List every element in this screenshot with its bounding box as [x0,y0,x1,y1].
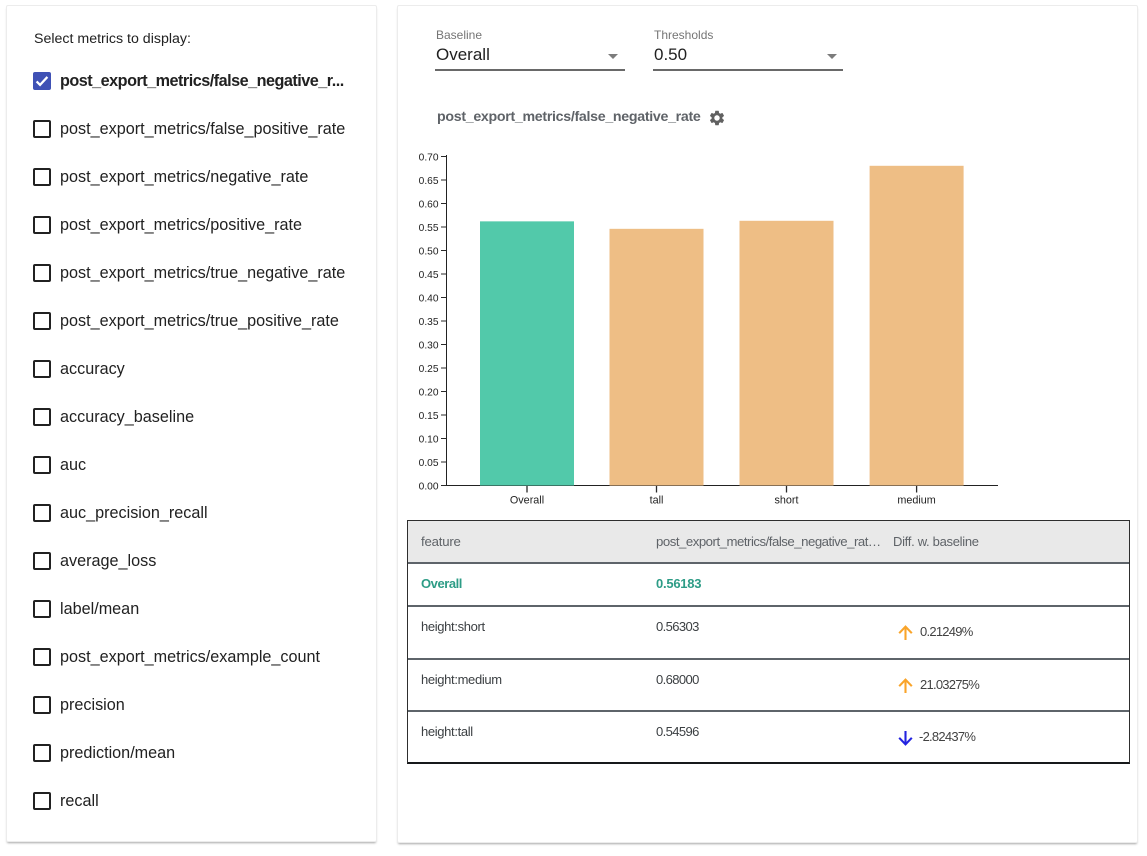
svg-text:short: short [774,495,798,507]
svg-text:0.05: 0.05 [419,458,439,469]
svg-text:0.65: 0.65 [419,176,439,187]
svg-text:0.20: 0.20 [419,387,439,398]
svg-text:0.25: 0.25 [419,364,439,375]
svg-text:0.40: 0.40 [419,293,439,304]
svg-text:0.15: 0.15 [419,411,439,422]
svg-text:0.45: 0.45 [419,270,439,281]
svg-text:0.60: 0.60 [419,199,439,210]
svg-text:0.70: 0.70 [419,152,439,163]
svg-text:medium: medium [897,495,935,507]
svg-text:tall: tall [650,495,664,507]
svg-text:0.30: 0.30 [419,340,439,351]
svg-text:0.00: 0.00 [419,482,439,493]
svg-text:0.35: 0.35 [419,317,439,328]
svg-text:0.50: 0.50 [419,246,439,257]
svg-text:0.55: 0.55 [419,223,439,234]
svg-text:0.10: 0.10 [419,434,439,445]
svg-text:Overall: Overall [510,495,544,507]
